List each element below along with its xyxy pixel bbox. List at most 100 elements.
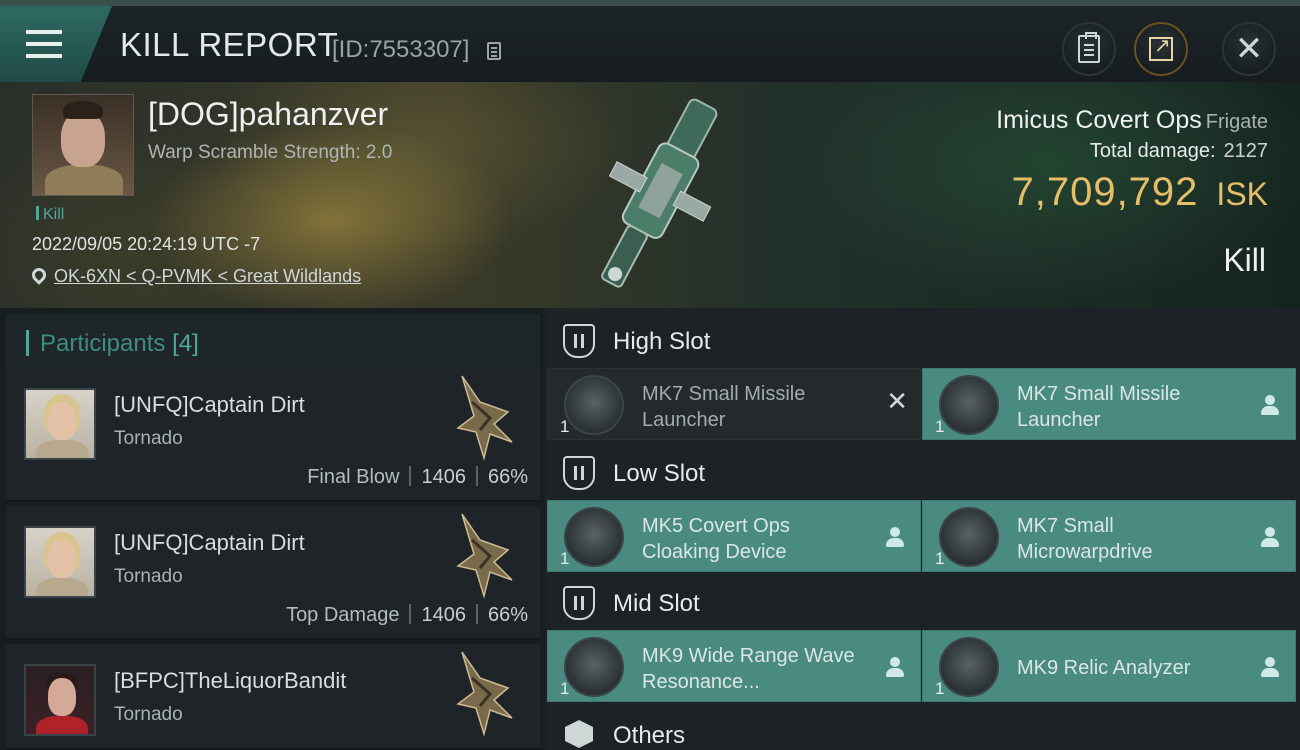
kill-datetime: 2022/09/05 20:24:19 UTC -7 <box>32 234 261 254</box>
high-slot-label: High Slot <box>613 328 711 355</box>
participant-ship-icon <box>456 513 513 599</box>
victim-banner: [DOG]pahanzver Warp Scramble Strength: 2… <box>0 82 1300 308</box>
participant-row[interactable]: [BFPC]TheLiquorBandit Tornado <box>6 644 540 750</box>
participant-ship-icon <box>456 651 513 737</box>
participant-ship: Tornado <box>114 566 183 587</box>
dropped-person-icon <box>1261 395 1279 415</box>
module-name: MK7 Small Missile Launcher <box>1017 383 1181 431</box>
participant-percent: 66% <box>487 466 528 488</box>
participant-name: [BFPC]TheLiquorBandit <box>114 668 347 693</box>
victim-name[interactable]: [DOG]pahanzver <box>148 96 388 133</box>
menu-icon[interactable] <box>26 30 62 58</box>
module-name: MK5 Covert Ops Cloaking Device <box>642 515 790 563</box>
mid-slot-icon <box>563 586 595 620</box>
module-slot[interactable]: 1 MK5 Covert Ops Cloaking Device <box>547 500 921 572</box>
total-damage: Total damage: 2127 <box>1090 140 1268 163</box>
participants-title: Participants [4] <box>40 330 199 357</box>
victim-avatar[interactable] <box>32 94 134 196</box>
participant-role: Top Damage <box>286 604 400 626</box>
destroyed-icon: ✕ <box>886 387 908 417</box>
isk-amount: 7,709,792 <box>1011 170 1199 214</box>
module-slot[interactable]: 1 MK9 Relic Analyzer <box>922 630 1296 702</box>
participant-avatar[interactable] <box>24 664 96 736</box>
participant-ship: Tornado <box>114 704 183 725</box>
others-header: Others <box>545 706 1300 750</box>
module-name: MK7 Small Missile Launcher <box>642 383 806 431</box>
participant-role: Final Blow <box>307 466 400 488</box>
module-slot[interactable]: 1 MK7 Small Missile Launcher <box>922 368 1296 440</box>
victim-ship-name: Imicus Covert Ops <box>996 106 1202 134</box>
low-slot-label: Low Slot <box>613 460 706 487</box>
module-quantity: 1 <box>935 549 945 568</box>
participant-row[interactable]: [UNFQ]Captain Dirt Tornado Top Damage 140… <box>6 506 540 640</box>
module-name: MK7 Small Microwarpdrive <box>1017 515 1153 563</box>
close-button[interactable]: ✕ <box>1222 22 1276 76</box>
location-pin-icon <box>29 265 49 285</box>
high-slot-icon <box>563 324 595 358</box>
module-quantity: 1 <box>560 549 570 568</box>
dropped-person-icon <box>1261 657 1279 677</box>
module-name: MK9 Relic Analyzer <box>1017 657 1191 679</box>
participant-damage: 1406 <box>421 466 466 488</box>
top-bar: KILL REPORT [ID:7553307] ✕ <box>0 0 1300 82</box>
module-quantity: 1 <box>935 417 945 436</box>
cube-icon <box>565 720 593 748</box>
victim-ship: Imicus Covert Ops Frigate <box>996 106 1268 135</box>
participant-ship: Tornado <box>114 428 183 449</box>
low-slot-header: Low Slot <box>545 444 1300 502</box>
participant-avatar[interactable] <box>24 388 96 460</box>
participant-avatar[interactable] <box>24 526 96 598</box>
missile-launcher-icon <box>939 375 999 435</box>
module-quantity: 1 <box>935 679 945 698</box>
result-label: Kill <box>1223 242 1266 278</box>
close-icon: ✕ <box>1234 29 1264 69</box>
participant-ship-icon <box>456 375 513 461</box>
share-icon <box>1149 33 1173 61</box>
participants-panel: Participants [4] [UNFQ]Captain Dirt Torn… <box>0 308 545 750</box>
dropped-person-icon <box>1261 527 1279 547</box>
participant-row[interactable]: [UNFQ]Captain Dirt Tornado Final Blow 140… <box>6 368 540 502</box>
page-title: KILL REPORT <box>120 26 339 63</box>
dropped-person-icon <box>886 527 904 547</box>
module-slot[interactable]: 1 MK9 Wide Range Wave Resonance... <box>547 630 921 702</box>
missile-launcher-icon <box>564 375 624 435</box>
victim-ship-class: Frigate <box>1205 111 1268 133</box>
participants-header: Participants [4] <box>6 314 540 370</box>
low-slot-icon <box>563 456 595 490</box>
dropped-person-icon <box>886 657 904 677</box>
total-damage-value: 2127 <box>1223 140 1269 162</box>
kill-tag: Kill <box>36 206 64 224</box>
kill-location-link[interactable]: OK-6XN < Q-PVMK < Great Wildlands <box>54 266 361 287</box>
high-slot-header: High Slot <box>545 312 1300 370</box>
mid-slot-header: Mid Slot <box>545 574 1300 632</box>
module-slot[interactable]: 1 MK7 Small Missile Launcher ✕ <box>547 368 921 440</box>
participant-damage: 1406 <box>421 604 466 626</box>
fitting-panel: High Slot 1 MK7 Small Missile Launcher ✕… <box>545 308 1300 750</box>
warp-scramble-strength: Warp Scramble Strength: 2.0 <box>148 142 393 163</box>
cloaking-device-icon <box>564 507 624 567</box>
participant-percent: 66% <box>487 604 528 626</box>
relic-analyzer-icon <box>939 637 999 697</box>
module-slot[interactable]: 1 MK7 Small Microwarpdrive <box>922 500 1296 572</box>
copy-icon[interactable] <box>487 42 501 60</box>
module-quantity: 1 <box>560 417 570 436</box>
participant-stats: Top Damage 1406 66% <box>286 604 528 627</box>
microwarpdrive-icon <box>939 507 999 567</box>
clipboard-button[interactable] <box>1062 22 1116 76</box>
module-name: MK9 Wide Range Wave Resonance... <box>642 645 855 693</box>
module-quantity: 1 <box>560 679 570 698</box>
report-id: [ID:7553307] <box>332 36 470 63</box>
scanner-icon <box>564 637 624 697</box>
isk-value: 7,709,792 ISK <box>1011 170 1268 215</box>
participants-count: [4] <box>172 330 199 357</box>
participant-name: [UNFQ]Captain Dirt <box>114 392 305 417</box>
share-button[interactable] <box>1134 22 1188 76</box>
others-label: Others <box>613 722 686 749</box>
isk-unit: ISK <box>1216 176 1268 212</box>
participant-name: [UNFQ]Captain Dirt <box>114 530 305 555</box>
mid-slot-label: Mid Slot <box>613 590 700 617</box>
clipboard-icon <box>1078 32 1100 63</box>
victim-ship-image <box>601 98 718 288</box>
menu-button[interactable] <box>0 6 112 82</box>
participant-stats: Final Blow 1406 66% <box>307 466 528 489</box>
